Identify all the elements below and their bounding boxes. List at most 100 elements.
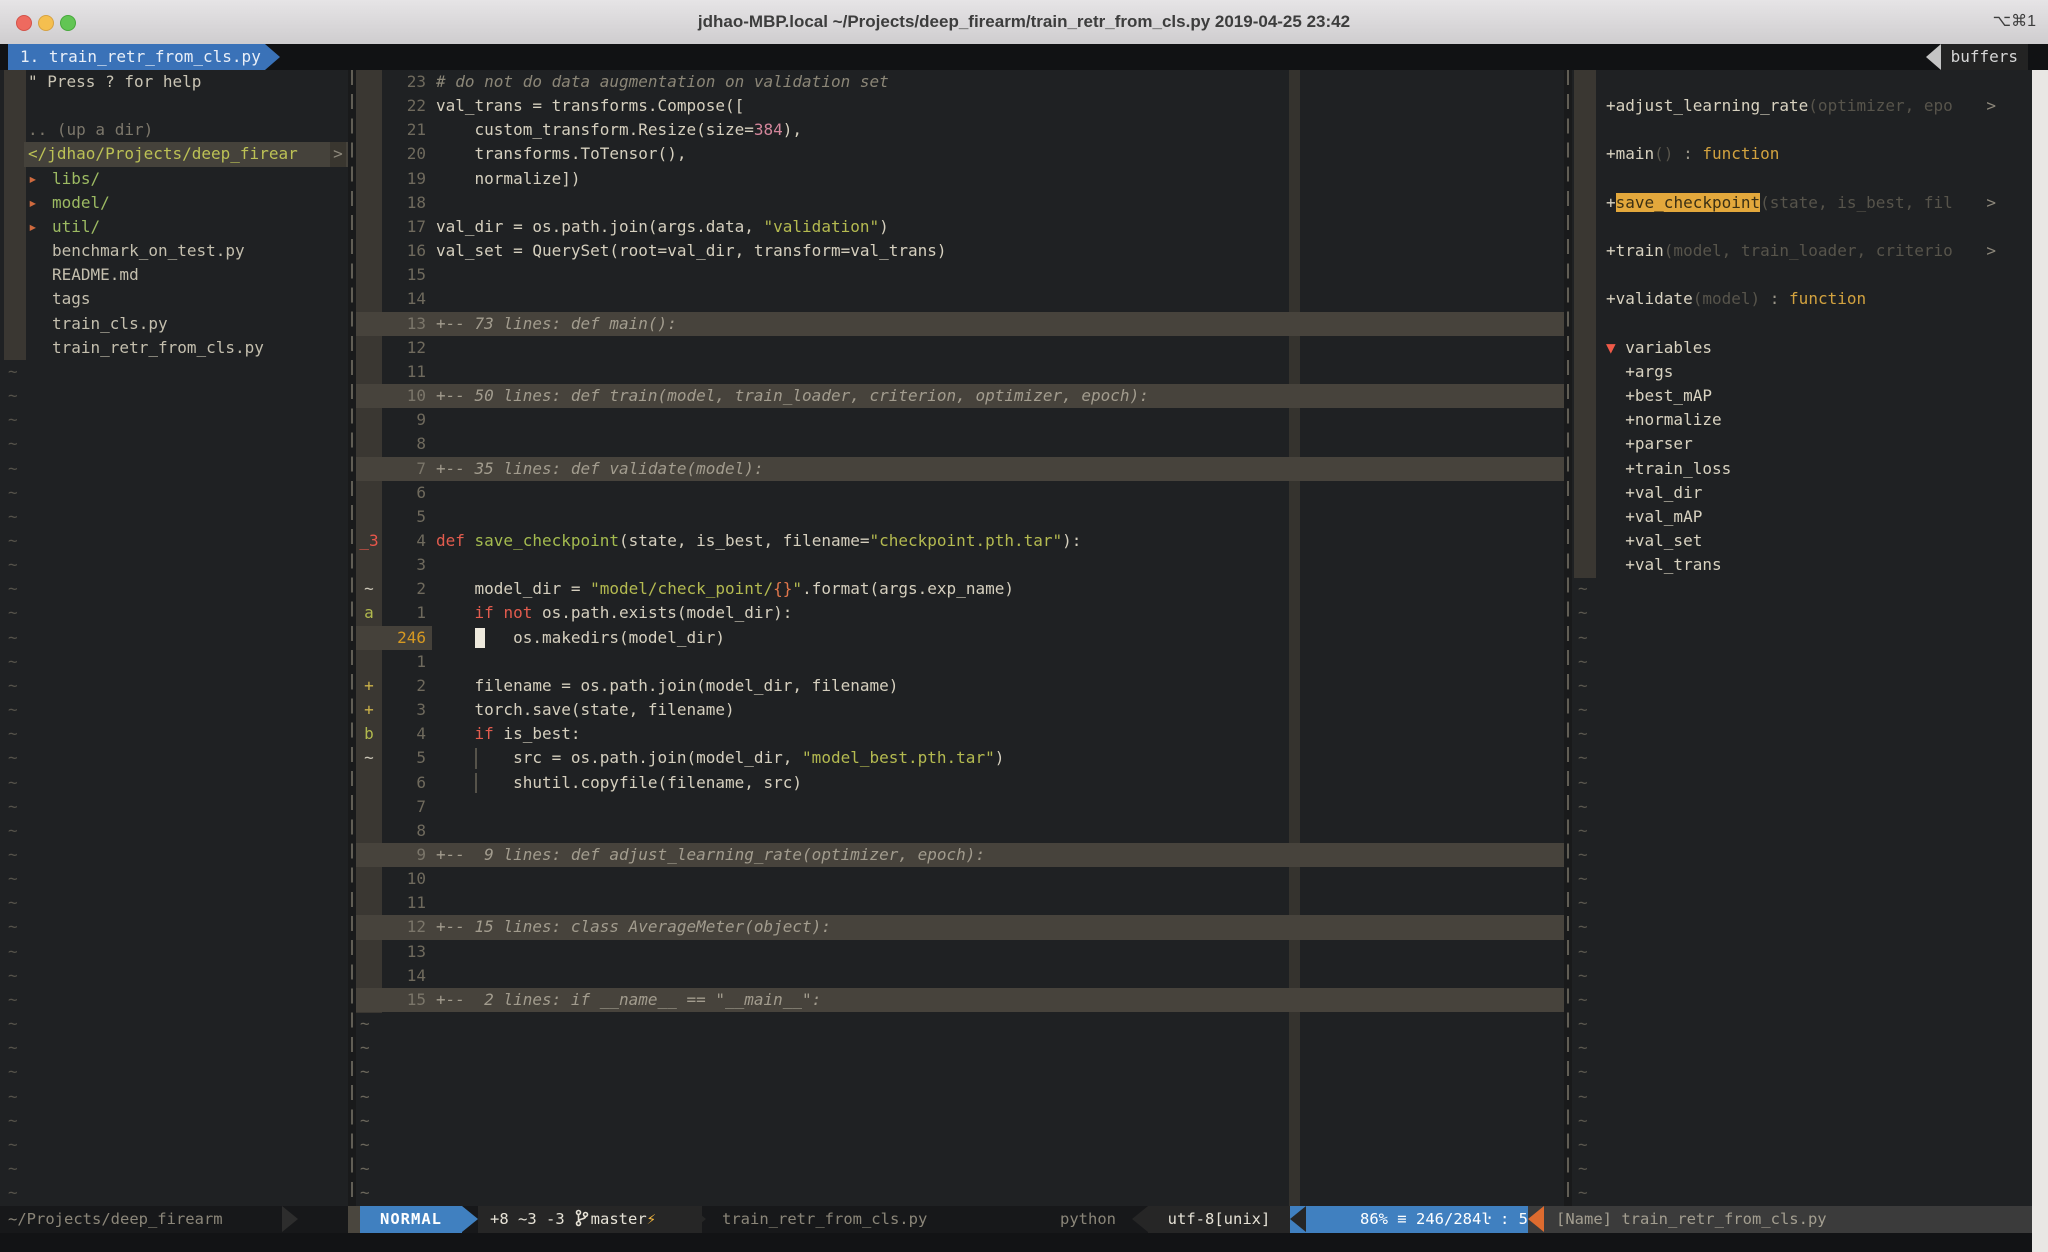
code-line[interactable]: 22val_trans = transforms.Compose([	[356, 94, 1564, 118]
tagbar-item[interactable]: +best_mAP	[1572, 384, 2032, 408]
sidebar-item-model[interactable]: ▸model/	[0, 191, 348, 215]
code-line[interactable]: 20 transforms.ToTensor(),	[356, 142, 1564, 166]
folded-line[interactable]: 13+-- 73 lines: def main():	[356, 312, 1564, 336]
folded-line[interactable]: 9+-- 9 lines: def adjust_learning_rate(o…	[356, 843, 1564, 867]
chevron-right-icon: ▸	[28, 215, 52, 239]
tagbar-item[interactable]: +val_set	[1572, 529, 2032, 553]
tilde-marker: ~	[1578, 795, 1588, 819]
code-line[interactable]: 21 custom_transform.Resize(size=384),	[356, 118, 1564, 142]
code-line[interactable]: 16val_set = QuerySet(root=val_dir, trans…	[356, 239, 1564, 263]
sidebar-item-util[interactable]: ▸util/	[0, 215, 348, 239]
code-line[interactable]: ~5 src = os.path.join(model_dir, "model_…	[356, 746, 1564, 770]
tagbar-item[interactable]: +val_trans	[1572, 553, 2032, 577]
empty-line: ~	[356, 1012, 1564, 1036]
tag-span: (model)	[1693, 289, 1760, 308]
window-separator[interactable]	[1564, 70, 1572, 1206]
code-line[interactable]: 18	[356, 191, 1564, 215]
sidebar-item-train-cls-py[interactable]: train_cls.py	[0, 312, 348, 336]
window-separator[interactable]	[348, 70, 356, 1206]
powerline-arrow-icon	[462, 1206, 478, 1232]
file-name: benchmark_on_test.py	[52, 241, 245, 260]
empty-line: ~	[0, 674, 348, 698]
line-number: 23	[382, 70, 426, 94]
sidebar-item-tags[interactable]: tags	[0, 287, 348, 311]
tag-span: +val_mAP	[1606, 507, 1702, 526]
tagbar-item[interactable]: +adjust_learning_rate(optimizer, epo>	[1572, 94, 2032, 118]
powerline-arrow-icon	[1132, 1206, 1148, 1232]
sidebar-item-train-retr-from-cls-py[interactable]: train_retr_from_cls.py	[0, 336, 348, 360]
code-line[interactable]: 246 os.makedirs(model_dir)	[356, 626, 1564, 650]
nerdtree-root[interactable]: </jdhao/Projects/deep_firear>	[0, 142, 348, 166]
tilde-marker: ~	[8, 553, 18, 577]
code-line[interactable]: 17val_dir = os.path.join(args.data, "val…	[356, 215, 1564, 239]
code-line[interactable]: 15	[356, 263, 1564, 287]
code-line[interactable]: 13	[356, 940, 1564, 964]
tagbar-item[interactable]: +train_loss	[1572, 457, 2032, 481]
tagbar-item[interactable]: ▼ variables	[1572, 336, 2032, 360]
tilde-marker: ~	[8, 1060, 18, 1084]
buffers-indicator[interactable]: buffers	[1926, 44, 2028, 70]
code-line[interactable]: 3	[356, 553, 1564, 577]
tab-active[interactable]: 1. train_retr_from_cls.py	[8, 44, 280, 70]
chevron-right-icon: ▸	[28, 191, 52, 215]
tilde-marker: ~	[8, 867, 18, 891]
syntax-span: "	[792, 579, 802, 598]
empty-line: ~	[1572, 795, 2032, 819]
syntax-span: .format(args.exp_name)	[802, 579, 1014, 598]
code-line[interactable]: 1	[356, 650, 1564, 674]
tagbar-item[interactable]: +val_mAP	[1572, 505, 2032, 529]
tilde-marker: ~	[8, 408, 18, 432]
code-line[interactable]: 5	[356, 505, 1564, 529]
tagbar-item[interactable]: +save_checkpoint(state, is_best, fil>	[1572, 191, 2032, 215]
code-line[interactable]: ~2 model_dir = "model/check_point/{}".fo…	[356, 577, 1564, 601]
code-line[interactable]: 7	[356, 795, 1564, 819]
tilde-marker: ~	[1578, 601, 1588, 625]
tag-span: function	[1702, 144, 1779, 163]
syntax-span: 384	[754, 120, 783, 139]
folded-line[interactable]: 7+-- 35 lines: def validate(model):	[356, 457, 1564, 481]
sidebar-item-README-md[interactable]: README.md	[0, 263, 348, 287]
command-line[interactable]	[0, 1233, 2048, 1252]
code-line[interactable]: 8	[356, 432, 1564, 456]
code-line[interactable]: +3 torch.save(state, filename)	[356, 698, 1564, 722]
tagbar-item[interactable]: +args	[1572, 360, 2032, 384]
code-line[interactable]: 10	[356, 867, 1564, 891]
syntax-span: (state, is_best, filename=	[619, 531, 869, 550]
nerdtree-up-dir[interactable]: .. (up a dir)	[0, 118, 348, 142]
truncation-marker: >	[1986, 239, 1996, 263]
sidebar-item-benchmark-on-test-py[interactable]: benchmark_on_test.py	[0, 239, 348, 263]
tagbar-item[interactable]: +validate(model) : function	[1572, 287, 2032, 311]
code-line[interactable]: b4 if is_best:	[356, 722, 1564, 746]
code-line[interactable]: 19 normalize])	[356, 167, 1564, 191]
line-number: 1	[382, 650, 426, 674]
tagbar-item[interactable]: +train(model, train_loader, criterio>	[1572, 239, 2032, 263]
code-line[interactable]: 6	[356, 481, 1564, 505]
scrollbar[interactable]	[2032, 70, 2048, 1252]
code-line[interactable]: 23# do not do data augmentation on valid…	[356, 70, 1564, 94]
syntax-span: is_best:	[494, 724, 581, 743]
tilde-marker: ~	[8, 771, 18, 795]
tagbar-item[interactable]: +parser	[1572, 432, 2032, 456]
tilde-marker: ~	[360, 1133, 370, 1157]
code-line[interactable]: 14	[356, 964, 1564, 988]
code-line[interactable]: a1 if not os.path.exists(model_dir):	[356, 601, 1564, 625]
folded-line[interactable]: 12+-- 15 lines: class AverageMeter(objec…	[356, 915, 1564, 939]
code-line[interactable]: _34def save_checkpoint(state, is_best, f…	[356, 529, 1564, 553]
code-line[interactable]: 11	[356, 360, 1564, 384]
folded-line[interactable]: 10+-- 50 lines: def train(model, train_l…	[356, 384, 1564, 408]
code-line[interactable]: 6 shutil.copyfile(filename, src)	[356, 771, 1564, 795]
code-line[interactable]: 14	[356, 287, 1564, 311]
tilde-marker: ~	[8, 940, 18, 964]
sidebar-item-libs[interactable]: ▸libs/	[0, 167, 348, 191]
chevron-right-icon: ▸	[28, 167, 52, 191]
tagbar-item[interactable]: +main() : function	[1572, 142, 2032, 166]
code-line[interactable]: +2 filename = os.path.join(model_dir, fi…	[356, 674, 1564, 698]
code-line[interactable]: 9	[356, 408, 1564, 432]
tagbar-item[interactable]: +normalize	[1572, 408, 2032, 432]
folded-line[interactable]: 15+-- 2 lines: if __name__ == "__main__"…	[356, 988, 1564, 1012]
code-line[interactable]: 11	[356, 891, 1564, 915]
code-line[interactable]: 8	[356, 819, 1564, 843]
empty-line: ~	[0, 408, 348, 432]
tagbar-item[interactable]: +val_dir	[1572, 481, 2032, 505]
code-line[interactable]: 12	[356, 336, 1564, 360]
